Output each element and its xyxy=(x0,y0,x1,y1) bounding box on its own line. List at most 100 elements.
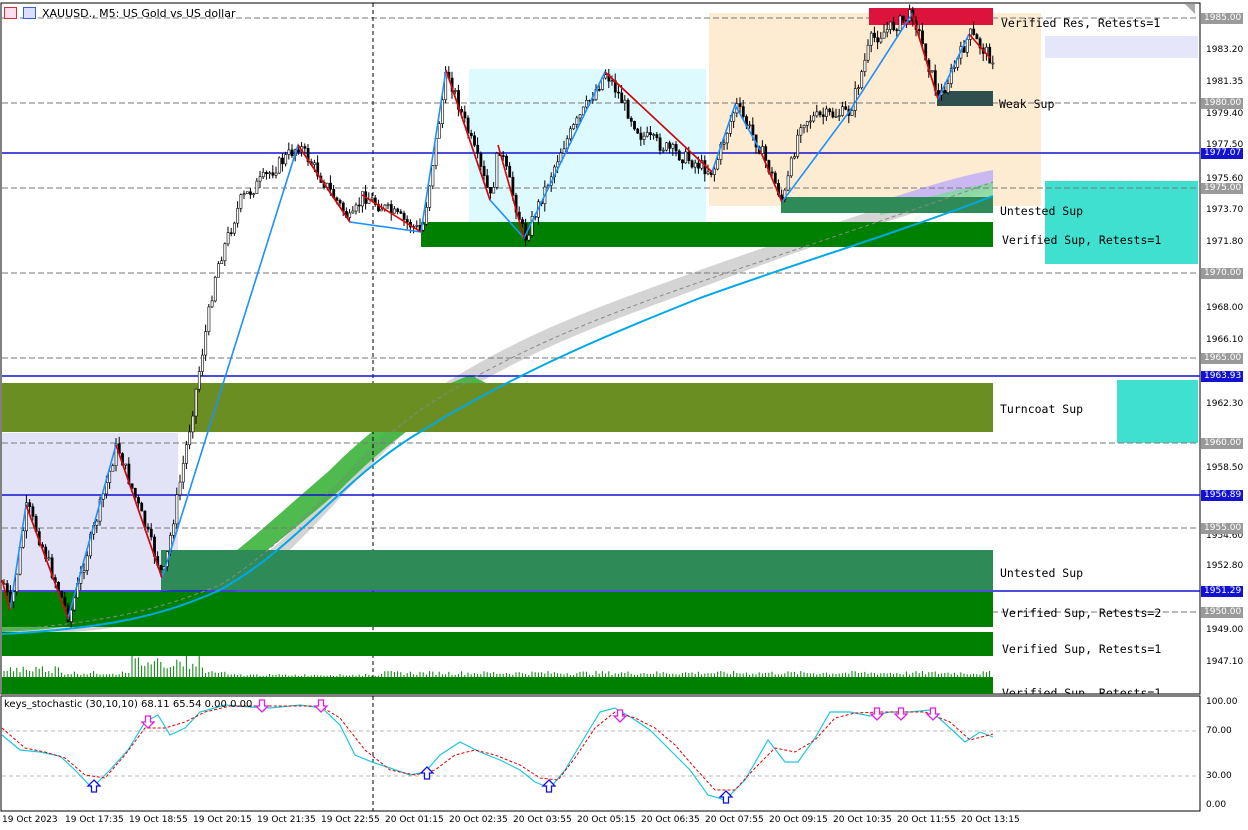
candle-body xyxy=(402,212,406,220)
candle-body xyxy=(85,555,89,571)
candle-body xyxy=(860,71,864,89)
zone-weak-sup[interactable] xyxy=(937,91,993,106)
candle-body xyxy=(930,70,934,73)
buy-arrow-icon xyxy=(718,790,734,804)
candle-body xyxy=(489,187,492,194)
candle-body xyxy=(857,87,860,90)
side-box-turquoise-1 xyxy=(1045,181,1198,264)
candle-body xyxy=(290,149,294,157)
candle-body xyxy=(866,44,870,61)
candle-body xyxy=(505,155,508,167)
price-axis-label: 1968.00 xyxy=(1206,303,1244,313)
zone-label: Untested Sup xyxy=(1000,204,1084,218)
candle-body xyxy=(185,444,188,464)
price-tag-hline: 1951.29 xyxy=(1201,586,1243,597)
zone-verified-sup-2[interactable] xyxy=(2,592,993,627)
zone-label: Verified Sup, Retests=1 xyxy=(1002,233,1162,247)
candle-body xyxy=(633,121,636,130)
time-axis-label: 20 Oct 07:55 xyxy=(705,815,764,825)
candle-body xyxy=(889,21,892,30)
candle-body xyxy=(578,114,582,119)
sell-arrow-icon xyxy=(612,709,628,723)
candle-body xyxy=(658,137,662,151)
zone-verified-sup-3[interactable] xyxy=(2,632,993,656)
candle-body xyxy=(425,207,428,225)
candle-body xyxy=(396,208,400,213)
candle-body xyxy=(527,234,531,241)
zone-untested-sup-1[interactable] xyxy=(781,197,993,213)
candle-body xyxy=(207,306,211,332)
zone-untested-sup-2[interactable] xyxy=(161,550,993,590)
candle-body xyxy=(825,108,828,117)
candle-body xyxy=(405,219,409,223)
candle-body xyxy=(399,211,403,214)
side-box-lavender xyxy=(1045,36,1198,58)
zone-turncoat-sup[interactable] xyxy=(2,383,993,432)
candle-body xyxy=(485,175,489,188)
price-axis-label: 1979.40 xyxy=(1206,109,1244,119)
zone-label: Verified Sup, Retests=1 xyxy=(1002,642,1162,656)
candle-body xyxy=(428,185,432,208)
price-tag-hline: 1963.93 xyxy=(1201,371,1243,382)
candle-body xyxy=(191,415,195,433)
candle-body xyxy=(255,180,259,194)
candle-body xyxy=(197,371,201,390)
candle-body xyxy=(988,46,992,64)
candle-body xyxy=(764,146,768,161)
zone-verified-sup-1[interactable] xyxy=(421,222,993,247)
time-axis-label: 20 Oct 01:15 xyxy=(385,815,444,825)
candle-body xyxy=(770,171,774,174)
time-axis-label: 20 Oct 06:35 xyxy=(641,815,700,825)
candle-body xyxy=(722,142,726,145)
candle-body xyxy=(786,175,790,191)
candle-body xyxy=(898,15,902,31)
candle-body xyxy=(386,204,390,206)
time-axis-label: 20 Oct 05:15 xyxy=(577,815,636,825)
candle-body xyxy=(15,573,19,592)
candle-body xyxy=(252,193,256,195)
candle-body xyxy=(690,160,694,168)
candle-body xyxy=(802,125,806,129)
chart-title-bar: XAUUSD., M5: US Gold vs US dollar xyxy=(4,5,235,21)
candle-body xyxy=(111,465,115,472)
candle-body xyxy=(60,591,64,598)
candle-body xyxy=(239,194,243,209)
sell-arrow-icon xyxy=(254,699,270,713)
candle-body xyxy=(684,151,688,164)
candle-body xyxy=(716,159,720,170)
candle-body xyxy=(431,165,435,187)
candle-body xyxy=(415,225,419,227)
candle-body xyxy=(729,121,732,134)
chart-window-icon[interactable] xyxy=(4,7,17,19)
candle-body xyxy=(521,219,524,224)
scroll-arrow-icon[interactable] xyxy=(1185,4,1195,14)
candle-body xyxy=(655,134,659,139)
candle-body xyxy=(789,157,793,177)
candle-body xyxy=(5,583,9,593)
chart-properties-icon[interactable] xyxy=(23,7,36,19)
candle-body xyxy=(965,39,969,53)
time-axis-label: 19 Oct 22:55 xyxy=(321,815,380,825)
candle-body xyxy=(265,172,268,175)
candle-body xyxy=(799,127,803,136)
time-axis-label: 19 Oct 2023 xyxy=(2,815,58,825)
price-axis-label: 1949.00 xyxy=(1206,625,1244,635)
candle-body xyxy=(213,276,217,302)
candle-body xyxy=(229,232,233,234)
candle-body xyxy=(242,193,246,196)
zone-label: Untested Sup xyxy=(1000,566,1084,580)
candle-body xyxy=(159,565,163,570)
candle-body xyxy=(834,115,838,118)
candle-body xyxy=(226,232,230,245)
candle-body xyxy=(892,21,896,31)
candle-body xyxy=(261,172,265,178)
candle-body xyxy=(937,90,940,96)
candle-body xyxy=(357,204,361,207)
candle-body xyxy=(796,134,800,157)
candle-body xyxy=(665,142,668,151)
zone-verified-sup-4[interactable] xyxy=(2,677,993,694)
candle-body xyxy=(21,530,25,548)
zone-label: Verified Sup, Retests=2 xyxy=(1002,606,1162,620)
time-axis-label: 19 Oct 21:35 xyxy=(257,815,316,825)
candle-body xyxy=(805,121,809,126)
